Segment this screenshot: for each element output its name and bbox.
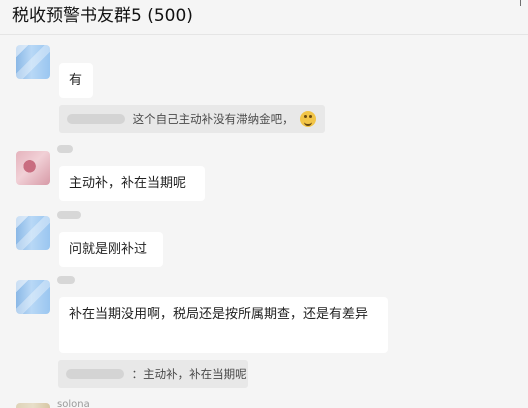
avatar[interactable] [16, 280, 50, 314]
quoted-message[interactable]: ：主动补，补在当期呢 [58, 360, 248, 388]
message-text: 问就是刚补过 [69, 242, 148, 257]
emoji-mouth [304, 120, 313, 126]
quoted-message[interactable]: 这个自己主动补没有滞纳金吧， [59, 105, 325, 133]
blurred-name [66, 369, 124, 379]
avatar[interactable] [16, 216, 50, 250]
title-bar: 税收预警书友群5 (500) [0, 0, 528, 35]
message-text: 补在当期没用啊，税局还是按所属期查，还是有差异 [69, 307, 369, 322]
message-bubble[interactable]: 主动补，补在当期呢 [59, 166, 205, 201]
message-text: 主动补，补在当期呢 [69, 176, 187, 191]
message-bubble[interactable]: 有 [59, 63, 93, 98]
next-sender-name: solona [57, 399, 90, 408]
quote-text: ：主动补，补在当期呢 [131, 367, 247, 381]
blurred-name [67, 114, 125, 124]
sender-name-blurred [57, 145, 73, 153]
sender-name-blurred [57, 211, 81, 219]
avatar[interactable] [16, 403, 50, 408]
grinning-face-emoji-icon [300, 111, 317, 127]
avatar[interactable] [16, 45, 50, 79]
sender-name-blurred [57, 276, 75, 284]
chat-title: 税收预警书友群5 (500) [12, 6, 193, 26]
chat-area[interactable]: 有 这个自己主动补没有滞纳金吧， 主动补，补在当期呢 问就是刚补过 补在当期没用… [0, 35, 528, 408]
message-bubble[interactable]: 补在当期没用啊，税局还是按所属期查，还是有差异 [59, 297, 388, 353]
avatar[interactable] [16, 151, 50, 185]
quote-text: 这个自己主动补没有滞纳金吧， [132, 112, 294, 126]
message-bubble[interactable]: 问就是刚补过 [59, 232, 163, 267]
message-text: 有 [69, 73, 83, 88]
window-corner-line [520, 0, 521, 6]
